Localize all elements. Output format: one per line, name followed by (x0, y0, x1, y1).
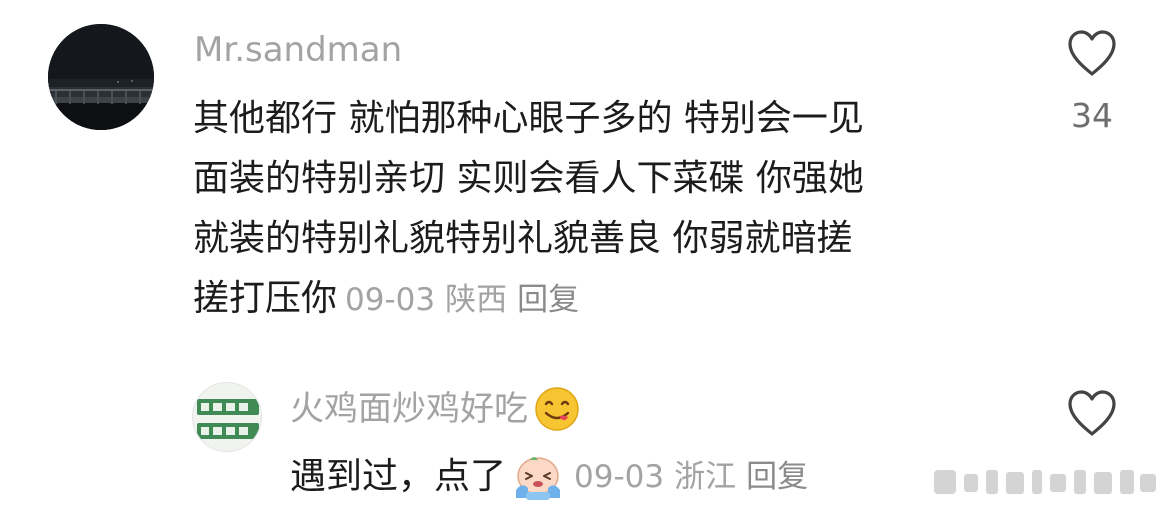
comment-text-line-last: 搓打压你 09-03 陕西 回复 (193, 269, 1013, 330)
reply-button[interactable]: 回复 (517, 282, 579, 318)
yum-face-emoji-icon (535, 387, 579, 431)
heart-outline-icon[interactable] (1065, 388, 1119, 438)
comment-username[interactable]: Mr.sandman (194, 28, 402, 72)
comment-text-tail: 搓打压你 (193, 278, 338, 319)
reply-location: 浙江 (674, 459, 737, 495)
reply-username-text: 火鸡面炒鸡好吃 (290, 389, 528, 429)
reply-button[interactable]: 回复 (746, 459, 808, 495)
crying-face-emoji-icon (516, 457, 561, 500)
comment-location: 陕西 (445, 282, 508, 318)
reply-meta: 09-03 浙江 回复 (574, 452, 818, 502)
comment-text: 其他都行 就怕那种心眼子多的 特别会一见 面装的特别亲切 实则会看人下菜碟 你强… (193, 89, 1013, 330)
comment-text-line: 面装的特别亲切 实则会看人下菜碟 你强她 (193, 158, 864, 199)
reply-username[interactable]: 火鸡面炒鸡好吃 (290, 386, 580, 432)
reply-text: 遇到过，点了 09-03 浙江 回复 (290, 452, 818, 502)
watermark-logo (934, 470, 1156, 494)
comment-date: 09-03 (345, 282, 436, 318)
comment-text-line: 就装的特别礼貌特别礼貌善良 你弱就暗搓 (193, 218, 853, 259)
like-count: 34 (1071, 96, 1113, 135)
reply-avatar[interactable] (192, 382, 262, 452)
heart-outline-icon[interactable] (1065, 28, 1119, 78)
comment-thread: Mr.sandman 其他都行 就怕那种心眼子多的 特别会一见 面装的特别亲切 … (0, 0, 1170, 513)
reply-like-control (1062, 388, 1122, 438)
comment-meta: 09-03 陕西 回复 (345, 282, 589, 318)
like-control: 34 (1062, 28, 1122, 136)
comment-text-line: 其他都行 就怕那种心眼子多的 特别会一见 (193, 98, 864, 139)
reply-text-content: 遇到过，点了 (290, 456, 507, 497)
avatar[interactable] (48, 24, 154, 130)
reply-date: 09-03 (574, 459, 665, 495)
